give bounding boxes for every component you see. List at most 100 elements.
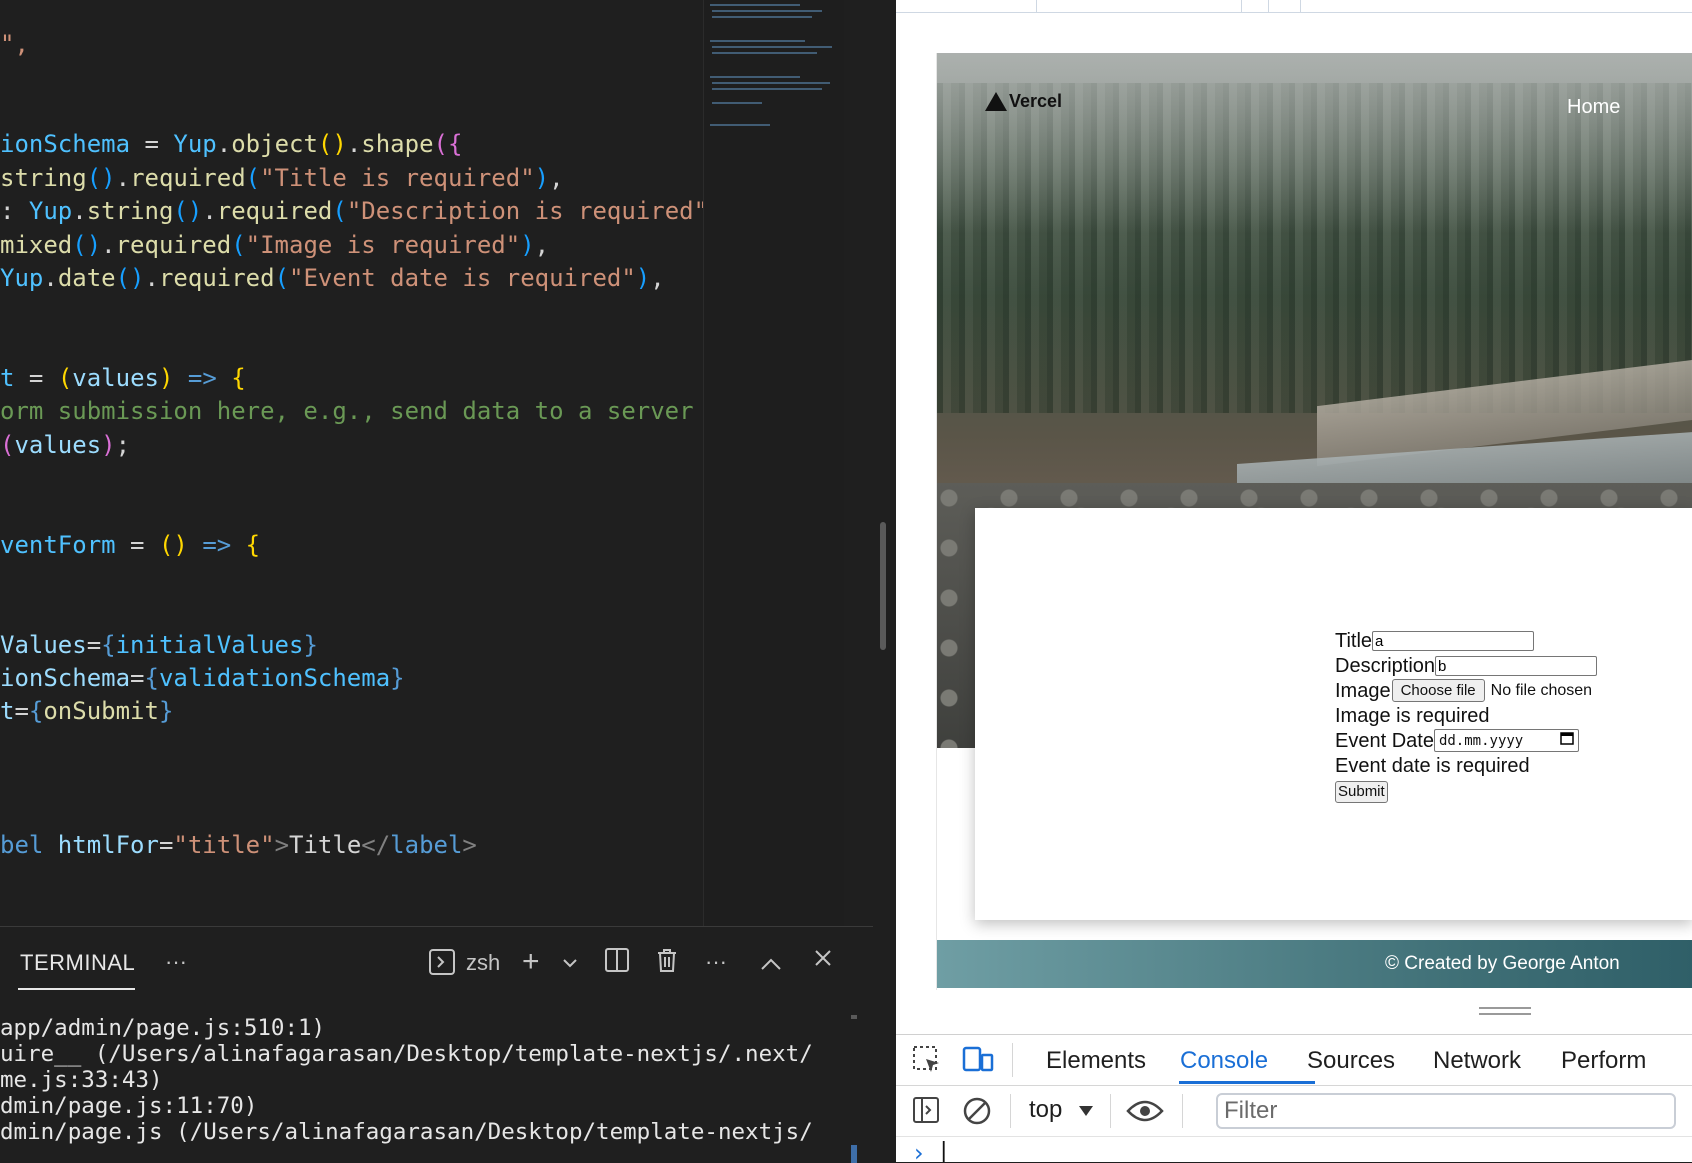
- code-token: ,: [549, 164, 564, 192]
- code-token: required: [216, 197, 333, 225]
- tab-console[interactable]: Console: [1180, 1047, 1268, 1075]
- code-token: (: [57, 364, 73, 392]
- console-cursor[interactable]: |: [940, 1139, 947, 1162]
- nav-home-link[interactable]: Home: [1567, 96, 1620, 119]
- code-token: (): [317, 130, 347, 158]
- create-event-form: Title a Description b Image Choose file …: [1335, 628, 1598, 803]
- image-label: Image: [1335, 679, 1391, 702]
- code-token: htmlFor: [57, 831, 159, 859]
- choose-file-button[interactable]: Choose file: [1391, 679, 1485, 702]
- code-token: ,: [534, 231, 550, 259]
- code-line[interactable]: Yup.date().required("Event date is requi…: [0, 260, 665, 296]
- close-panel-icon[interactable]: [813, 948, 833, 974]
- code-token: required: [130, 164, 246, 192]
- code-line[interactable]: : Yup.string().required("Description is …: [0, 193, 703, 229]
- code-token: (: [0, 431, 15, 459]
- tab-performance[interactable]: Perform: [1561, 1047, 1646, 1075]
- code-token: orm submission here, e.g., send data to …: [0, 397, 694, 425]
- code-line[interactable]: ",: [0, 26, 29, 62]
- terminal-line: app/admin/page.js:510:1): [0, 1015, 326, 1041]
- tab-elements[interactable]: Elements: [1046, 1047, 1146, 1075]
- event-date-label: Event Date: [1335, 729, 1434, 752]
- code-token: =>: [202, 531, 246, 559]
- code-editor[interactable]: ", ionSchema = Yup.object().shape({string…: [0, 0, 703, 926]
- code-line[interactable]: mixed().required("Image is required"),: [0, 227, 549, 263]
- caret-down-icon[interactable]: [1078, 1102, 1094, 1121]
- maximize-panel-icon[interactable]: [760, 951, 782, 977]
- tab-terminal[interactable]: TERMINAL: [20, 950, 135, 976]
- inspect-element-icon[interactable]: [912, 1045, 942, 1079]
- active-tab-indicator: [18, 988, 135, 990]
- device-toolbar-icon[interactable]: [962, 1045, 994, 1079]
- console-filter-input[interactable]: Filter: [1216, 1093, 1676, 1129]
- code-line[interactable]: ionSchema={validationSchema}: [0, 660, 405, 696]
- code-line[interactable]: ventForm = () => {: [0, 527, 260, 563]
- code-line[interactable]: t={onSubmit}: [0, 693, 173, 729]
- code-line[interactable]: bel htmlFor="title">Title</label>: [0, 827, 477, 863]
- code-line[interactable]: orm submission here, e.g., send data to …: [0, 393, 694, 429]
- code-token: }: [303, 631, 318, 659]
- code-token: =: [130, 664, 145, 692]
- clear-console-icon[interactable]: [962, 1096, 992, 1130]
- sidebar-toggle-icon[interactable]: [912, 1096, 940, 1128]
- code-token: (): [115, 264, 145, 292]
- shell-name[interactable]: zsh: [466, 950, 500, 976]
- trash-icon[interactable]: [655, 947, 679, 979]
- more-actions-icon[interactable]: ···: [705, 949, 727, 975]
- calendar-icon[interactable]: [1560, 729, 1574, 753]
- code-token: }: [158, 697, 174, 725]
- title-input[interactable]: a: [1372, 630, 1535, 651]
- code-token: =: [86, 631, 102, 659]
- code-line[interactable]: t = (values) => {: [0, 360, 246, 396]
- code-token: ({: [433, 130, 463, 158]
- tab-network[interactable]: Network: [1433, 1047, 1521, 1075]
- new-terminal-icon[interactable]: +: [522, 945, 540, 979]
- code-token: validationSchema: [158, 664, 391, 692]
- form-card: Title a Description b Image Choose file …: [975, 508, 1692, 920]
- chevron-down-icon[interactable]: [562, 951, 578, 977]
- devtools-resize-handle[interactable]: [1479, 1007, 1531, 1009]
- split-terminal-icon[interactable]: [604, 947, 630, 979]
- vercel-logo[interactable]: Vercel: [985, 91, 1062, 112]
- code-token: bel: [0, 831, 58, 859]
- code-token: "Title is required": [260, 164, 535, 192]
- code-token: .: [144, 264, 159, 292]
- code-line[interactable]: Values={initialValues}: [0, 627, 318, 663]
- terminal-scrollbar[interactable]: [851, 1015, 857, 1019]
- code-token: ionSchema: [0, 130, 145, 158]
- eye-icon[interactable]: [1126, 1097, 1164, 1129]
- code-line[interactable]: string().required("Title is required"),: [0, 160, 564, 196]
- vercel-triangle-icon: [985, 92, 1007, 111]
- code-line[interactable]: (values);: [0, 427, 130, 463]
- code-token: object: [231, 130, 318, 158]
- tab-sources[interactable]: Sources: [1307, 1047, 1395, 1075]
- code-line[interactable]: ionSchema = Yup.object().shape({: [0, 126, 462, 162]
- minimap[interactable]: [703, 0, 844, 926]
- code-token: >: [274, 831, 290, 859]
- shell-icon[interactable]: [428, 948, 456, 982]
- context-selector[interactable]: top: [1029, 1096, 1062, 1124]
- code-token: ",: [0, 30, 29, 58]
- description-input[interactable]: b: [1435, 655, 1598, 676]
- code-token: (): [72, 231, 102, 259]
- devtools-resize-handle[interactable]: [1479, 1013, 1531, 1015]
- code-token: .: [72, 197, 87, 225]
- minimap-line: [712, 46, 832, 48]
- code-token: ventForm: [0, 531, 131, 559]
- code-token: =>: [187, 364, 232, 392]
- code-token: mixed: [0, 231, 73, 259]
- code-token: =: [144, 130, 174, 158]
- devtools-panel: Elements Console Sources Network Perform…: [896, 1034, 1692, 1162]
- date-placeholder: dd.mm.yyyy: [1438, 732, 1524, 749]
- event-date-input[interactable]: dd.mm.yyyy: [1433, 729, 1579, 753]
- terminal-line: me.js:33:43): [0, 1067, 163, 1093]
- panel-more-button[interactable]: ···: [165, 949, 187, 975]
- code-token: Values: [0, 631, 87, 659]
- editor-scrollbar-thumb[interactable]: [880, 522, 886, 650]
- code-token: (: [231, 231, 246, 259]
- code-token: string: [86, 197, 174, 225]
- minimap-line: [712, 102, 762, 104]
- code-token: ,: [650, 264, 665, 292]
- submit-button[interactable]: Submit: [1335, 780, 1388, 803]
- code-token: .: [202, 197, 217, 225]
